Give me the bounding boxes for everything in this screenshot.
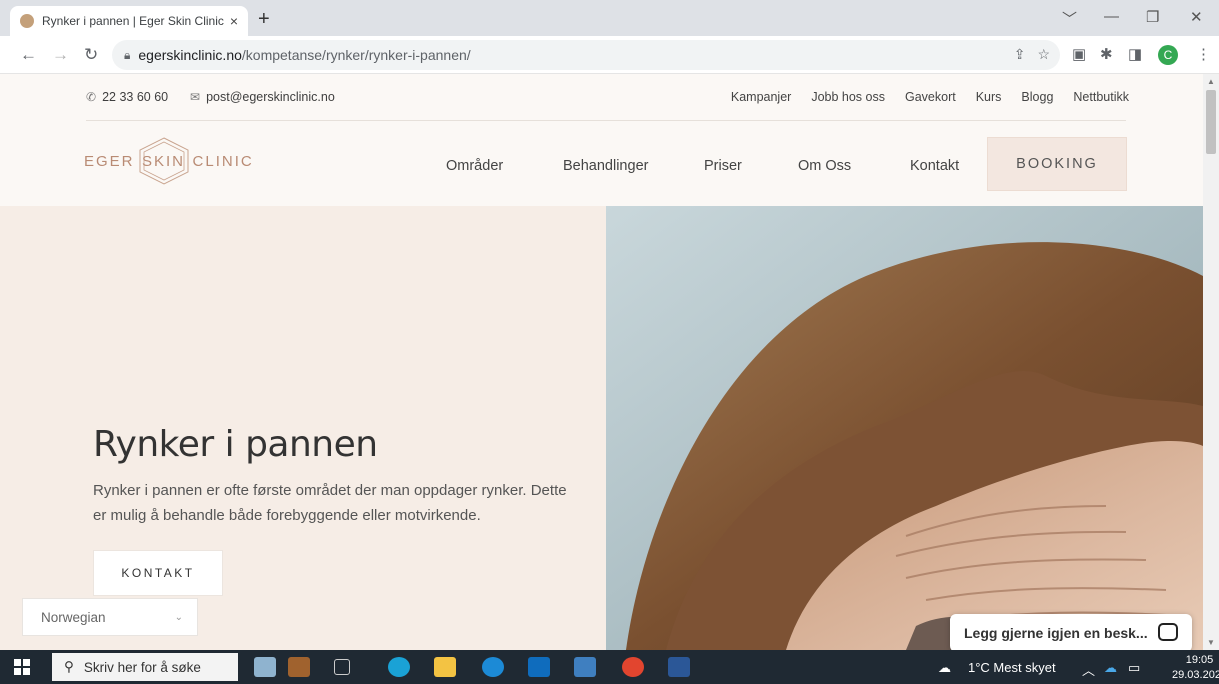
laptop-app-icon[interactable]: [254, 657, 276, 677]
battery-icon[interactable]: ▭: [1128, 660, 1140, 676]
chat-prompt-text: Legg gjerne igjen en besk...: [964, 625, 1148, 641]
clock-date: 29.03.2023: [1172, 669, 1219, 681]
logo-word-skin: SKIN: [142, 152, 186, 170]
hero-description: Rynker i pannen er ofte første området d…: [93, 482, 567, 524]
url-host: egerskinclinic.no: [138, 47, 242, 63]
windows-taskbar: ⚲ Skriv her for å søke ☁ 1°C Mest skyet …: [0, 650, 1219, 684]
site-favicon-icon: [20, 14, 34, 28]
share-icon[interactable]: ⇪: [1014, 46, 1026, 63]
puzzle-extensions-icon[interactable]: ✱: [1100, 45, 1113, 63]
scroll-up-icon[interactable]: ▲: [1207, 77, 1215, 86]
kontakt-button[interactable]: KONTAKT: [93, 550, 223, 596]
taskbar-search-placeholder: Skriv her for å søke: [83, 659, 201, 675]
clock-time: 19:05: [1185, 654, 1214, 666]
url-path: /kompetanse/rynker/rynker-i-pannen/: [241, 47, 471, 63]
side-panel-icon[interactable]: ◨: [1128, 45, 1142, 63]
link-blogg[interactable]: Blogg: [1021, 90, 1053, 104]
scroll-thumb[interactable]: [1206, 90, 1216, 154]
nav-om-oss[interactable]: Om Oss: [798, 158, 851, 174]
bookmark-star-icon[interactable]: ☆: [1037, 46, 1050, 63]
logo-hexagon: SKIN: [137, 136, 191, 186]
tab-title: Rynker i pannen | Eger Skin Clinic: [42, 14, 224, 28]
link-kurs[interactable]: Kurs: [976, 90, 1002, 104]
language-select[interactable]: Norwegian ⌄: [22, 598, 198, 636]
email-address: post@egerskinclinic.no: [206, 90, 335, 104]
logo-word-clinic: CLINIC: [192, 152, 254, 170]
taskbar-search-box[interactable]: ⚲ Skriv her for å søke: [52, 653, 238, 681]
skype-icon[interactable]: [482, 657, 504, 677]
outlook-icon[interactable]: [528, 657, 550, 677]
chat-widget[interactable]: Legg gjerne igjen en besk...: [950, 614, 1192, 650]
taskbar-clock[interactable]: 19:05 29.03.2023: [1172, 653, 1219, 683]
restore-button[interactable]: ❐: [1146, 8, 1159, 26]
weather-text[interactable]: 1°C Mest skyet: [968, 660, 1056, 675]
forehead-wrinkles-photo: [606, 206, 1203, 650]
tray-chevron-icon[interactable]: ︿: [1082, 660, 1095, 679]
nav-priser[interactable]: Priser: [704, 158, 742, 174]
address-bar[interactable]: 🔒︎ egerskinclinic.no /kompetanse/rynker/…: [112, 40, 1060, 70]
page-title: Rynker i pannen: [93, 424, 378, 465]
word-icon[interactable]: [668, 657, 690, 677]
nav-kontakt[interactable]: Kontakt: [910, 158, 959, 174]
lock-icon: 🔒︎: [124, 47, 131, 62]
language-select-value: Norwegian: [41, 609, 106, 625]
profile-avatar[interactable]: C: [1158, 45, 1178, 65]
edge-icon[interactable]: [388, 657, 410, 677]
email-link[interactable]: ✉ post@egerskinclinic.no: [190, 90, 335, 104]
browser-tab-strip: Rynker i pannen | Eger Skin Clinic × + ﹀…: [0, 0, 1219, 36]
header-divider: [86, 120, 1126, 121]
browser-toolbar: ← → ↻ 🔒︎ egerskinclinic.no /kompetanse/r…: [0, 36, 1219, 74]
mail-icon: ✉: [190, 90, 201, 104]
chevron-down-icon: ⌄: [174, 611, 183, 623]
link-nettbutikk[interactable]: Nettbutikk: [1073, 90, 1129, 104]
back-arrow-icon[interactable]: ←: [20, 45, 37, 65]
link-jobb-hos-oss[interactable]: Jobb hos oss: [811, 90, 885, 104]
phone-icon: ✆: [86, 90, 97, 104]
link-kampanjer[interactable]: Kampanjer: [731, 90, 791, 104]
site-logo[interactable]: EGER SKIN CLINIC: [84, 136, 254, 186]
new-tab-button[interactable]: +: [258, 9, 270, 29]
forward-arrow-icon[interactable]: →: [52, 45, 69, 65]
chat-bubble-icon: [1158, 623, 1178, 641]
phone-number: 22 33 60 60: [102, 90, 169, 104]
nav-behandlinger[interactable]: Behandlinger: [563, 158, 648, 174]
onedrive-icon[interactable]: ☁: [1104, 660, 1117, 676]
close-window-button[interactable]: ✕: [1190, 8, 1203, 26]
briefcase-app-icon[interactable]: [288, 657, 310, 677]
contact-topbar: ✆ 22 33 60 60 ✉ post@egerskinclinic.no K…: [0, 74, 1203, 120]
link-gavekort[interactable]: Gavekort: [905, 90, 956, 104]
booking-button[interactable]: BOOKING: [987, 137, 1127, 191]
tab-close-icon[interactable]: ×: [230, 13, 238, 29]
chrome-menu-icon[interactable]: ⋮: [1196, 45, 1211, 63]
utility-links: Kampanjer Jobb hos oss Gavekort Kurs Blo…: [731, 90, 1129, 104]
windows-start-icon[interactable]: [14, 659, 30, 675]
task-view-icon[interactable]: [334, 659, 350, 675]
web-page: ✆ 22 33 60 60 ✉ post@egerskinclinic.no K…: [0, 74, 1203, 650]
search-icon: ⚲: [64, 659, 74, 674]
nav-omrader[interactable]: Områder: [446, 158, 503, 174]
tab-search-icon[interactable]: ﹀: [1062, 8, 1077, 29]
extension-icon[interactable]: ▣: [1072, 45, 1086, 63]
photos-icon[interactable]: [574, 657, 596, 677]
minimize-button[interactable]: —: [1104, 8, 1119, 25]
browser-tab[interactable]: Rynker i pannen | Eger Skin Clinic ×: [10, 6, 248, 36]
scroll-down-icon[interactable]: ▼: [1207, 638, 1215, 647]
phone-link[interactable]: ✆ 22 33 60 60: [86, 90, 168, 104]
page-scrollbar[interactable]: ▲ ▼: [1203, 74, 1219, 650]
logo-word-eger: EGER: [84, 152, 135, 170]
chrome-icon[interactable]: [622, 657, 644, 677]
file-explorer-icon[interactable]: [434, 657, 456, 677]
reload-icon[interactable]: ↻: [84, 45, 98, 65]
